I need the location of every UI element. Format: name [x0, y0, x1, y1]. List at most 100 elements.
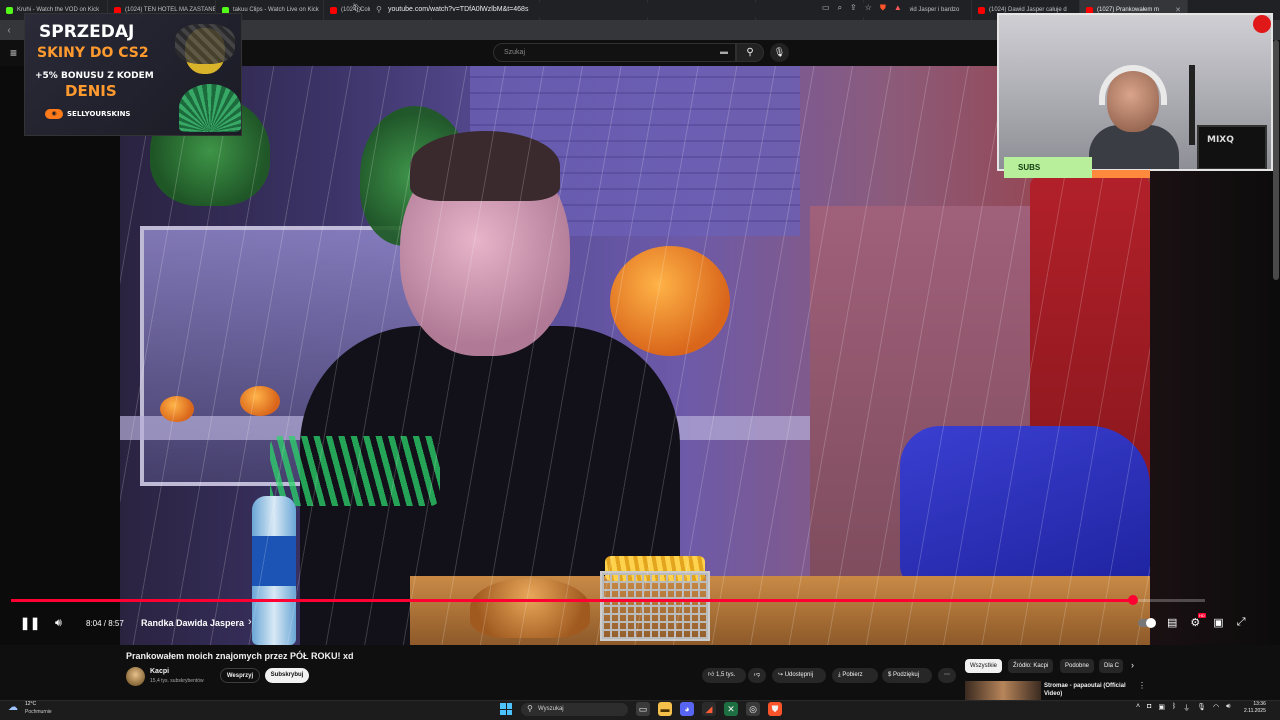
chip-source[interactable]: Źródło: Kacpi [1008, 659, 1054, 673]
cast-icon[interactable]: ▭ [822, 3, 830, 13]
time-display: 8:04 / 8:57 [86, 619, 124, 628]
menu-icon[interactable]: ≡ [10, 46, 17, 60]
dislike-button[interactable]: 👎︎ [748, 668, 766, 683]
monitor: MIXQ [1197, 125, 1267, 169]
share-icon[interactable]: ⇪ [850, 3, 857, 13]
tray-app-icon[interactable]: ▣ [1158, 703, 1165, 713]
bluetooth-icon[interactable]: ᛒ [1172, 703, 1176, 713]
miniplayer-icon[interactable]: ▣ [1213, 616, 1223, 629]
record-icon [1253, 15, 1271, 33]
taskbar-search[interactable]: Wyszukaj [521, 703, 628, 716]
chip-for-you[interactable]: Dla C [1099, 659, 1123, 673]
progress-bar[interactable] [11, 595, 1205, 605]
like-button[interactable]: 👍︎ 1,5 tys. [702, 668, 746, 683]
ad-headline: SPRZEDAJ [39, 22, 135, 42]
chevron-right-icon[interactable]: › [1131, 660, 1134, 670]
download-label: Pobierz [842, 672, 863, 678]
chip-all[interactable]: Wszystkie [965, 659, 1002, 673]
tray-app-icon[interactable]: ◘ [1147, 703, 1151, 713]
subscribe-button[interactable]: Subskrybuj [265, 668, 309, 683]
obs-icon[interactable]: ◎ [746, 702, 760, 716]
autoplay-toggle[interactable] [1138, 618, 1156, 628]
app-icon[interactable]: ◢ [702, 702, 716, 716]
tab-favicon-icon [6, 6, 13, 14]
screen: Kruhi - Watch the VOD on Kick (1024) TEN … [0, 0, 1280, 720]
monitor-label: MIXQ [1207, 135, 1234, 145]
subs-badge: SUBS [1004, 157, 1092, 178]
thanks-icon: $ [888, 672, 892, 678]
rewards-icon[interactable]: ▲ [894, 3, 902, 13]
ad-subheadline: SKINY DO CS2 [37, 45, 149, 61]
bookmark-icon[interactable]: 🔖︎ [352, 3, 363, 14]
chip-similar[interactable]: Podobne [1060, 659, 1095, 673]
brave-icon[interactable]: ⛊ [768, 702, 782, 716]
subtitles-icon[interactable]: ▤ [1167, 616, 1177, 629]
video-title: Prankowałem moich znajomych przez PÓŁ RO… [126, 651, 354, 661]
share-button[interactable]: ↪ Udostępnij [772, 668, 826, 683]
webcam-overlay: MIXQ [997, 13, 1273, 171]
weather-desc[interactable]: Pochmurnie [25, 709, 52, 715]
back-icon[interactable]: ‹ [0, 25, 18, 36]
cloud-icon[interactable]: ☁ [8, 702, 18, 713]
more-vert-icon[interactable]: ⋮ [1138, 681, 1146, 690]
search-input[interactable]: Szukaj [493, 43, 736, 62]
search-button[interactable]: ⚲ [736, 43, 764, 62]
taskbar-apps: ▭ ▬ ◕ ◢ ✕ ◎ ⛊ [636, 702, 782, 716]
scrollbar[interactable] [1273, 40, 1279, 280]
clock[interactable]: 13:36 2.11.2025 [1244, 701, 1266, 715]
discord-icon[interactable]: ◕ [680, 702, 694, 716]
chevron-up-icon[interactable]: ˄ [1136, 703, 1140, 713]
thanks-button[interactable]: $ Podziękuj [882, 668, 932, 683]
hd-badge: HD [1198, 613, 1206, 618]
like-count: 1,5 tys. [715, 672, 736, 678]
streamer [1089, 65, 1179, 169]
video-frame[interactable] [120, 66, 1150, 645]
fullscreen-icon[interactable]: ⤢ [1237, 616, 1246, 629]
ad-bonus: +5% BONUSU Z KODEM [35, 71, 154, 81]
pumpkin [240, 386, 280, 416]
ad-brand-name: SELLYOURSKINS [67, 110, 131, 118]
volume-tray-icon[interactable]: 🔊︎ [1226, 703, 1230, 713]
file-explorer-icon[interactable]: ▬ [658, 702, 672, 716]
weather-temp[interactable]: 12°C [25, 701, 36, 707]
ad-code: DENIS [65, 82, 117, 100]
windows-start-icon[interactable] [500, 703, 512, 715]
sponsor-ad[interactable]: SPRZEDAJ SKINY DO CS2 +5% BONUSU Z KODEM… [24, 13, 242, 136]
chapter-title[interactable]: Randka Dawida Jaspera [141, 618, 244, 628]
download-icon: ⤓ [838, 672, 841, 678]
mic-arm [1189, 65, 1195, 145]
sellyourskins-logo-icon: ◉ [45, 109, 63, 119]
wifi-icon[interactable]: ◠ [1213, 703, 1219, 713]
subscriber-count: 15,4 tys. subskrybentów [150, 678, 204, 684]
clock-time: 13:36 [1253, 701, 1266, 707]
thumbs-down-icon: 👎︎ [754, 672, 761, 678]
thanks-label: Podziękuj [893, 672, 920, 678]
mic-tray-icon[interactable]: 🎙︎ [1197, 703, 1206, 713]
zoom-icon[interactable]: ⌕ [838, 3, 842, 13]
star-icon[interactable]: ☆ [865, 3, 872, 13]
usb-icon[interactable]: ⏚ [1183, 703, 1190, 713]
recommendation-title[interactable]: Stromae - papaoutai (Official Video) [1044, 682, 1134, 700]
headset [1099, 65, 1167, 105]
chevron-right-icon[interactable]: › [248, 616, 252, 628]
pause-button[interactable]: ❚❚ [20, 616, 40, 630]
shield-icon[interactable]: ⛊ [880, 3, 886, 13]
keyboard-icon[interactable]: ▬ [720, 47, 728, 56]
video-letterbox-left [0, 66, 120, 645]
recommendation-thumbnail[interactable] [965, 681, 1041, 700]
join-button[interactable]: Wesprzyj [220, 668, 260, 683]
player-right-controls: ▤ ⚙ ▣ ⤢ [1138, 616, 1246, 629]
channel-name[interactable]: Kacpi [150, 668, 169, 675]
excel-icon[interactable]: ✕ [724, 702, 738, 716]
mic-icon[interactable]: 🎙︎ [770, 43, 789, 62]
fan [179, 84, 241, 132]
avatar[interactable] [126, 667, 145, 686]
task-view-icon[interactable]: ▭ [636, 702, 650, 716]
download-button[interactable]: ⤓ Pobierz [832, 668, 878, 683]
more-actions-icon[interactable]: ⋯ [938, 668, 956, 683]
burger [470, 578, 590, 638]
progress-fill [11, 599, 1134, 602]
thumbs-up-icon: 👍︎ [708, 672, 715, 678]
volume-icon[interactable]: 🔊︎ [55, 617, 62, 630]
hoodie-logo [270, 436, 440, 506]
